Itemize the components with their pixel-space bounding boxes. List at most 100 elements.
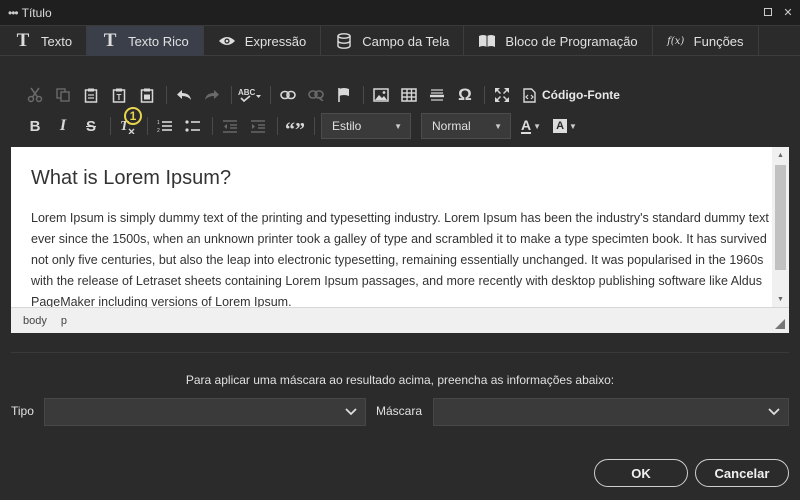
bulleted-list-icon [185, 120, 200, 132]
tab-bar: T Texto T Texto Rico Expressão Campo da … [0, 26, 800, 56]
tab-texto[interactable]: T Texto [0, 26, 88, 56]
indent-icon [251, 120, 265, 133]
omega-icon: Ω [458, 85, 472, 104]
toolbar-separator [270, 86, 271, 104]
style-dropdown[interactable]: Estilo ▼ [321, 113, 411, 139]
tab-funcoes[interactable]: f(x) Funções [653, 26, 759, 56]
bulleted-list-button[interactable] [182, 114, 204, 138]
paste-word-icon [140, 88, 154, 103]
element-path-bar: body p [11, 307, 789, 333]
svg-text:ABC: ABC [238, 88, 256, 97]
caret-down-icon: ▼ [394, 121, 402, 131]
scrollbar-thumb[interactable] [775, 165, 786, 270]
outdent-button[interactable] [219, 114, 241, 138]
unlink-button[interactable] [305, 83, 327, 107]
undo-button[interactable] [173, 83, 195, 107]
text-color-icon: A [521, 117, 532, 134]
paste-text-button[interactable]: T [108, 83, 130, 107]
scroll-down-icon[interactable]: ▼ [772, 291, 789, 307]
resize-handle-icon[interactable] [775, 319, 785, 329]
vertical-scrollbar[interactable]: ▲ ▼ [772, 147, 789, 307]
numbered-list-button[interactable]: 12 [154, 114, 176, 138]
editor-heading: What is Lorem Ipsum? [31, 167, 232, 189]
paste-button[interactable] [80, 83, 102, 107]
redo-button[interactable] [201, 83, 223, 107]
spellcheck-button[interactable]: ABC [238, 83, 262, 107]
maximize-button[interactable] [762, 6, 774, 18]
window-controls: ✕ [762, 6, 794, 19]
scroll-up-icon[interactable]: ▲ [772, 147, 789, 163]
caret-down-icon: ▼ [569, 121, 577, 131]
blockquote-button[interactable]: “” [284, 114, 306, 140]
path-item-body[interactable]: body [23, 315, 47, 327]
strikethrough-button[interactable]: S [80, 114, 102, 138]
bold-icon: B [29, 117, 41, 135]
background-color-button[interactable]: A ▼ [553, 119, 577, 133]
copy-button[interactable] [52, 83, 74, 107]
special-char-button[interactable]: Ω [454, 83, 476, 107]
paste-word-button[interactable] [136, 83, 158, 107]
tab-texto-rico[interactable]: T Texto Rico [87, 26, 204, 56]
menu-dots-icon[interactable]: ••• [8, 6, 19, 20]
close-icon: ✕ [783, 6, 793, 19]
tipo-select[interactable] [44, 398, 366, 426]
redo-icon [205, 90, 219, 100]
eye-icon [218, 32, 236, 50]
indent-button[interactable] [247, 114, 269, 138]
caret-down-icon: ▼ [494, 121, 502, 131]
maximize-editor-button[interactable] [491, 83, 513, 107]
book-icon [478, 32, 496, 50]
undo-icon [177, 90, 191, 100]
editor-content[interactable]: What is Lorem Ipsum? Lorem Ipsum is simp… [31, 167, 769, 307]
format-dropdown[interactable]: Normal ▼ [421, 113, 511, 139]
toolbar-separator [363, 86, 364, 104]
toolbar-separator [314, 117, 315, 135]
window-title: Título [21, 5, 52, 20]
svg-text:1: 1 [157, 120, 160, 126]
background-color-icon: A [553, 119, 568, 133]
chevron-down-icon [768, 408, 780, 416]
cancel-button[interactable]: Cancelar [695, 459, 789, 487]
source-code-label: Código-Fonte [542, 88, 620, 102]
tab-label: Texto Rico [128, 33, 189, 49]
title-bar: ••• Título ✕ [0, 0, 800, 26]
table-icon [401, 88, 417, 102]
tab-label: Funções [693, 33, 744, 49]
tipo-label: Tipo [11, 404, 34, 418]
tab-label: Bloco de Programação [505, 33, 638, 49]
mascara-select[interactable] [433, 398, 789, 426]
tab-bloco-de-programacao[interactable]: Bloco de Programação [464, 26, 653, 56]
source-code-button[interactable]: Código-Fonte [523, 87, 620, 103]
outdent-icon [223, 120, 237, 133]
scissors-icon [27, 87, 43, 103]
toolbar-separator [166, 86, 167, 104]
rich-text-editor[interactable]: What is Lorem Ipsum? Lorem Ipsum is simp… [11, 147, 789, 307]
step-badge: 1 [124, 107, 142, 125]
flag-icon [338, 88, 349, 102]
path-item-p[interactable]: p [61, 315, 67, 327]
mascara-label: Máscara [376, 404, 423, 418]
italic-button[interactable]: I [52, 114, 74, 138]
tab-expressao[interactable]: Expressão [204, 26, 322, 56]
source-icon [523, 87, 536, 103]
table-button[interactable] [398, 83, 420, 107]
anchor-button[interactable] [333, 83, 355, 107]
mask-instructions: Para aplicar uma máscara ao resultado ac… [185, 373, 615, 387]
horizontal-line-button[interactable] [426, 83, 448, 107]
italic-icon: I [59, 117, 67, 134]
image-button[interactable] [370, 83, 392, 107]
text-icon: T [103, 30, 117, 51]
link-button[interactable] [277, 83, 299, 107]
toolbar-separator [484, 86, 485, 104]
caret-down-icon: ▼ [533, 121, 542, 131]
editor-toolbar-row-1: T ABC Ω Código-Fonte [24, 83, 620, 107]
text-color-button[interactable]: A ▼ [521, 118, 541, 134]
cut-button[interactable] [24, 83, 46, 107]
editor-toolbar-row-2: B I S T 12 “” Estilo ▼ Normal ▼ A ▼ A ▼ [24, 113, 589, 140]
bold-button[interactable]: B [24, 114, 46, 138]
copy-icon [56, 88, 70, 102]
toolbar-separator [231, 86, 232, 104]
ok-button[interactable]: OK [594, 459, 688, 487]
close-button[interactable]: ✕ [782, 6, 794, 19]
tab-campo-da-tela[interactable]: Campo da Tela [321, 26, 465, 56]
